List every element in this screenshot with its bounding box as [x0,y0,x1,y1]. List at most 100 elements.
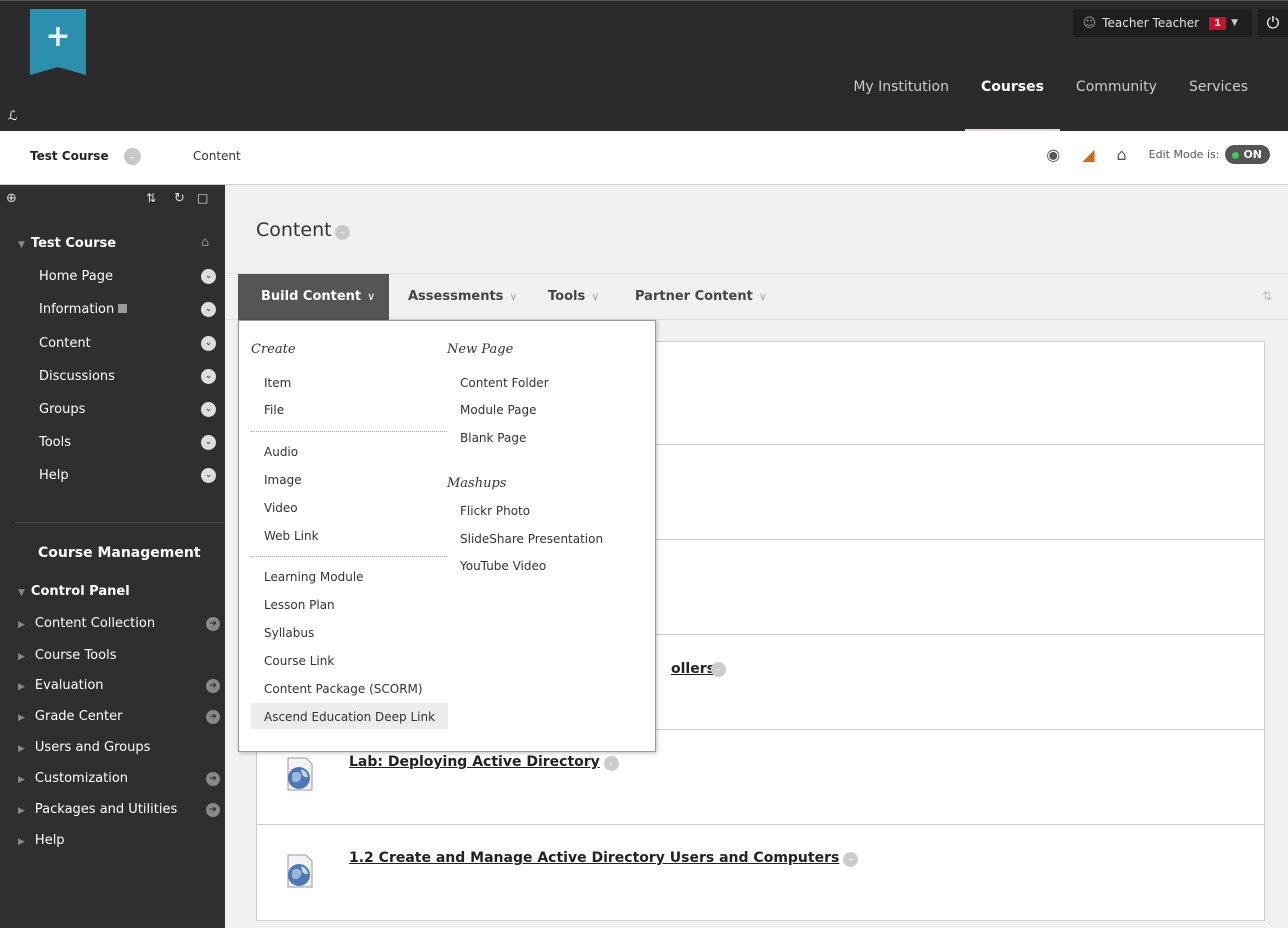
chevron-down-icon[interactable]: ⌄ [201,336,216,351]
menu-item-learning-module[interactable]: Learning Module [264,570,364,584]
chevron-down-icon: ∨ [509,290,518,303]
build-content-button[interactable]: Build Content ∨ [238,274,389,320]
expand-triangle-icon: ▶ [18,806,25,816]
menu-item-slideshare-presentation[interactable]: SlideShare Presentation [460,532,603,546]
menu-item-ascend-education-deep-link[interactable]: Ascend Education Deep Link [264,710,435,724]
tab-courses[interactable]: Courses [964,75,1060,132]
folder-icon[interactable]: □ [197,191,208,205]
cp-item-course-tools[interactable]: ▶ Course Tools [18,648,116,663]
menu-item-web-link[interactable]: Web Link [264,529,319,543]
menu-item-content-folder[interactable]: Content Folder [460,376,549,390]
sidebar-item-help[interactable]: Help [39,468,69,483]
chevron-down-icon[interactable]: ⌄ [843,852,859,867]
menu-item-course-link[interactable]: Course Link [264,654,334,668]
sidebar-item-information[interactable]: Information [39,302,128,317]
menu-item-content-package[interactable]: Content Package (SCORM) [264,682,423,696]
cp-item-content-collection[interactable]: ▶ Content Collection [18,616,155,631]
list-item: 1.2 Create and Manage Active Directory U… [257,825,1264,920]
cp-item-grade-center[interactable]: ▶ Grade Center [18,709,122,724]
user-icon: ☺ [1082,15,1097,31]
caret-down-icon[interactable]: ▼ [1231,18,1238,28]
menu-toolbar: ⊕ ⇅ ↻ □ [0,191,225,211]
partner-content-button[interactable]: Partner Content ∨ [635,274,767,320]
arrow-right-icon[interactable]: ➜ [206,710,220,724]
menu-separator [251,556,447,557]
chevron-down-icon[interactable]: ⌄ [201,435,216,450]
lock-icon[interactable]: ⌂ [1117,145,1127,164]
menu-item-video[interactable]: Video [264,501,298,515]
menu-item-image[interactable]: Image [264,473,302,487]
tab-community[interactable]: Community [1060,75,1173,132]
cp-item-evaluation[interactable]: ▶ Evaluation [18,678,104,693]
course-title[interactable]: ▼ Test Course [18,236,116,251]
user-menu[interactable]: ☺ Teacher Teacher 1 ▼ [1072,9,1252,37]
chevron-down-icon[interactable]: ⌄ [124,148,141,165]
plus-icon: + [45,19,71,54]
course-tools: ◉ ◢ ⌂ Edit Mode is: ON [1046,145,1270,164]
menu-heading-mashups: Mashups [447,476,507,491]
sidebar-item-home-page[interactable]: Home Page [39,269,113,284]
tab-services[interactable]: Services [1173,75,1264,132]
chevron-down-icon[interactable]: ⌄ [335,225,350,240]
cp-item-help[interactable]: ▶ Help [18,833,65,848]
chevron-down-icon[interactable]: ⌄ [201,468,216,483]
sidebar-item-discussions[interactable]: Discussions [39,369,115,384]
menu-item-item[interactable]: Item [264,376,291,390]
menu-item-file[interactable]: File [264,403,284,417]
edit-mode-label: Edit Mode is: [1148,148,1220,161]
menu-item-syllabus[interactable]: Syllabus [264,626,314,640]
cp-item-customization[interactable]: ▶ Customization [18,771,128,786]
arrow-right-icon[interactable]: ➜ [206,772,220,786]
arrow-right-icon[interactable]: ➜ [206,803,220,817]
control-panel-title[interactable]: ▼ Control Panel [18,584,130,599]
menu-item-blank-page[interactable]: Blank Page [460,431,526,445]
add-menu-item-icon[interactable]: ⊕ [6,191,17,206]
edit-mode-toggle[interactable]: ON [1225,145,1270,164]
menu-item-lesson-plan[interactable]: Lesson Plan [264,598,335,612]
sidebar-item-tools[interactable]: Tools [39,435,71,450]
menu-item-module-page[interactable]: Module Page [460,403,537,417]
chevron-down-icon[interactable]: ⌄ [201,402,216,417]
tools-button[interactable]: Tools ∨ [548,274,599,320]
chevron-down-icon: ∨ [591,290,600,303]
chevron-down-icon[interactable]: ⌄ [201,269,216,284]
content-item-title[interactable]: 1.2 Create and Manage Active Directory U… [349,850,859,867]
sort-icon[interactable]: ⇅ [1262,289,1272,303]
link-icon[interactable]: ℒ [8,109,17,124]
chevron-down-icon[interactable]: ⌄ [201,302,216,317]
content-item-title[interactable]: Lab: Deploying Active Directory ⌄ [349,754,619,771]
sidebar-item-groups[interactable]: Groups [39,402,85,417]
assessments-button[interactable]: Assessments ∨ [408,274,517,320]
student-preview-icon[interactable]: ◉ [1046,145,1060,164]
cp-item-packages-and-utilities[interactable]: ▶ Packages and Utilities [18,802,177,817]
menu-item-youtube-video[interactable]: YouTube Video [460,559,546,573]
tab-my-institution[interactable]: My Institution [837,75,965,132]
menu-item-audio[interactable]: Audio [264,445,298,459]
chevron-down-icon[interactable]: ⌄ [201,369,216,384]
arrow-right-icon[interactable]: ➜ [206,679,220,693]
sort-icon[interactable]: ⇅ [146,191,156,205]
expand-triangle-icon: ▶ [18,837,25,847]
menu-heading-new-page: New Page [447,342,514,357]
chevron-down-icon[interactable]: ⌄ [603,756,619,771]
notification-badge[interactable]: 1 [1209,16,1227,30]
sidebar-item-content[interactable]: Content [39,336,91,351]
content-item-title[interactable]: ollers [671,661,715,677]
refresh-icon[interactable]: ↻ [174,191,185,206]
expand-triangle-icon: ▶ [18,682,25,692]
arrow-right-icon[interactable]: ➜ [206,617,220,631]
web-link-icon [287,757,313,791]
divider [15,522,225,523]
action-bar: Build Content ∨ Assessments ∨ Tools ∨ Partn… [225,273,1288,320]
chevron-down-icon[interactable]: ⌄ [711,662,726,677]
breadcrumb-course[interactable]: Test Course [30,149,109,163]
brand-logo[interactable]: + [30,9,86,75]
power-icon[interactable]: ⏻ [1258,9,1288,37]
hidden-square-icon [118,304,128,313]
home-icon[interactable]: ⌂ [201,235,209,250]
color-palette-icon[interactable]: ◢ [1082,145,1094,164]
cp-item-users-and-groups[interactable]: ▶ Users and Groups [18,740,150,755]
menu-item-flickr-photo[interactable]: Flickr Photo [460,504,530,518]
menu-heading-create: Create [251,342,296,357]
course-management-title: Course Management [38,545,201,561]
